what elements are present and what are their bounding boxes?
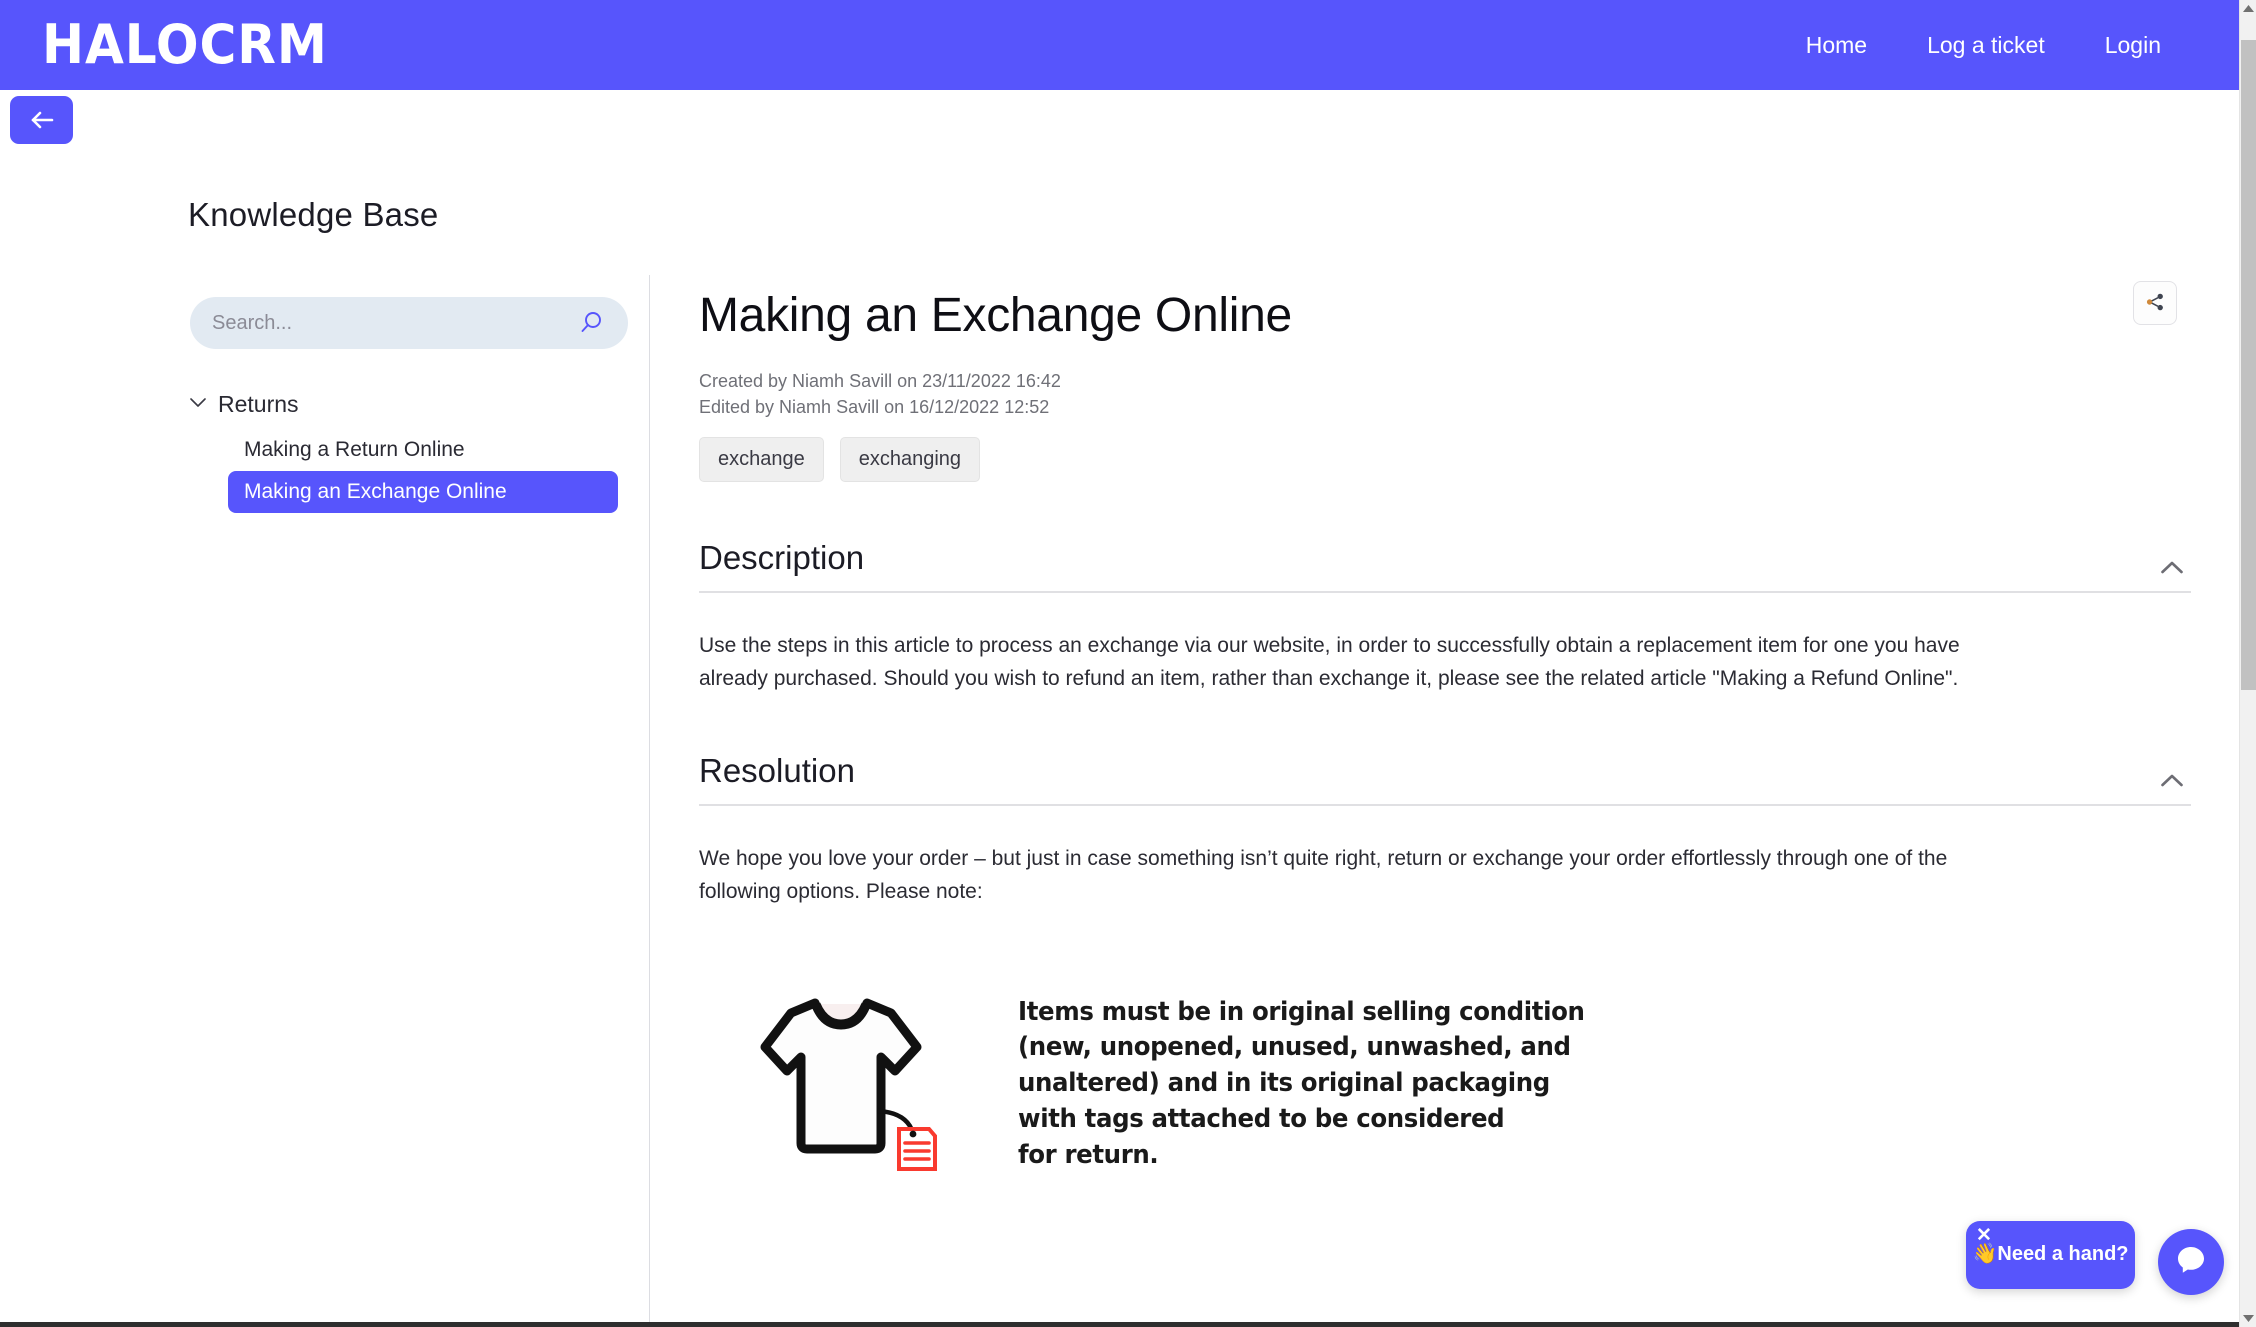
back-button[interactable] [10, 96, 73, 144]
nav-links: Home Log a ticket Login [1806, 32, 2161, 59]
article-title: Making an Exchange Online [699, 288, 2191, 343]
section-description-header[interactable]: Description [699, 539, 2191, 593]
chevron-up-icon[interactable] [2161, 774, 2191, 790]
section-resolution: Resolution We hope you love your order –… [699, 752, 2191, 1177]
section-resolution-title: Resolution [699, 752, 855, 790]
tree-group-label: Returns [218, 391, 299, 418]
tree-item-making-an-exchange-online[interactable]: Making an Exchange Online [228, 471, 618, 513]
main-layout: Returns Making a Return Online Making an… [0, 275, 2239, 1327]
section-description-body: Use the steps in this article to process… [699, 630, 1999, 695]
arrow-left-icon [30, 110, 54, 130]
brand-logo[interactable]: HALOCRM [42, 18, 328, 72]
tag-exchange[interactable]: exchange [699, 437, 824, 482]
section-resolution-body: We hope you love your order – but just i… [699, 843, 1999, 908]
figure-note-text: Items must be in original selling condit… [1018, 983, 1585, 1174]
scrollbar-thumb[interactable] [2241, 40, 2256, 690]
top-navigation-bar: HALOCRM Home Log a ticket Login [0, 0, 2239, 90]
search-input[interactable] [212, 312, 578, 335]
knowledge-base-sidebar: Returns Making a Return Online Making an… [0, 275, 650, 1327]
article-tags: exchange exchanging [699, 437, 2191, 482]
article-content: Making an Exchange Online Created by Nia… [650, 275, 2239, 1327]
chevron-up-icon[interactable] [2161, 561, 2191, 577]
chat-launcher-button[interactable] [2158, 1229, 2224, 1295]
nav-link-login[interactable]: Login [2105, 32, 2161, 59]
article-edited: Edited by Niamh Savill on 16/12/2022 12:… [699, 394, 2191, 420]
page-scrollbar[interactable] [2239, 0, 2256, 1327]
scroll-down-arrow-icon[interactable] [2240, 1310, 2256, 1327]
chevron-down-icon [190, 395, 206, 413]
resolution-figure: Items must be in original selling condit… [699, 983, 2191, 1178]
section-resolution-header[interactable]: Resolution [699, 752, 2191, 806]
page-title: Knowledge Base [188, 196, 438, 234]
chat-prompt-bubble[interactable]: ✕ 👋Need a hand? [1966, 1221, 2135, 1289]
section-description-title: Description [699, 539, 864, 577]
share-button[interactable] [2133, 281, 2177, 325]
chat-prompt-text: 👋Need a hand? [1966, 1241, 2135, 1266]
tree-items: Making a Return Online Making an Exchang… [190, 429, 640, 513]
tree-item-making-a-return-online[interactable]: Making a Return Online [228, 429, 640, 471]
nav-link-log-a-ticket[interactable]: Log a ticket [1927, 32, 2045, 59]
scroll-up-arrow-icon[interactable] [2240, 0, 2256, 17]
article-meta: Created by Niamh Savill on 23/11/2022 16… [699, 368, 2191, 420]
chat-bubble-icon [2174, 1243, 2208, 1282]
article-created: Created by Niamh Savill on 23/11/2022 16… [699, 368, 2191, 394]
section-description: Description Use the steps in this articl… [699, 539, 2191, 695]
share-icon [2145, 292, 2165, 315]
tshirt-with-tag-illustration [753, 983, 953, 1178]
search-box[interactable] [190, 297, 628, 349]
tag-exchanging[interactable]: exchanging [840, 437, 980, 482]
window-bottom-strip [0, 1322, 2239, 1327]
kb-tree: Returns Making a Return Online Making an… [190, 387, 640, 513]
article-header: Making an Exchange Online Created by Nia… [699, 275, 2191, 482]
tree-group-returns[interactable]: Returns [190, 387, 640, 421]
search-icon[interactable] [578, 310, 604, 336]
nav-link-home[interactable]: Home [1806, 32, 1867, 59]
